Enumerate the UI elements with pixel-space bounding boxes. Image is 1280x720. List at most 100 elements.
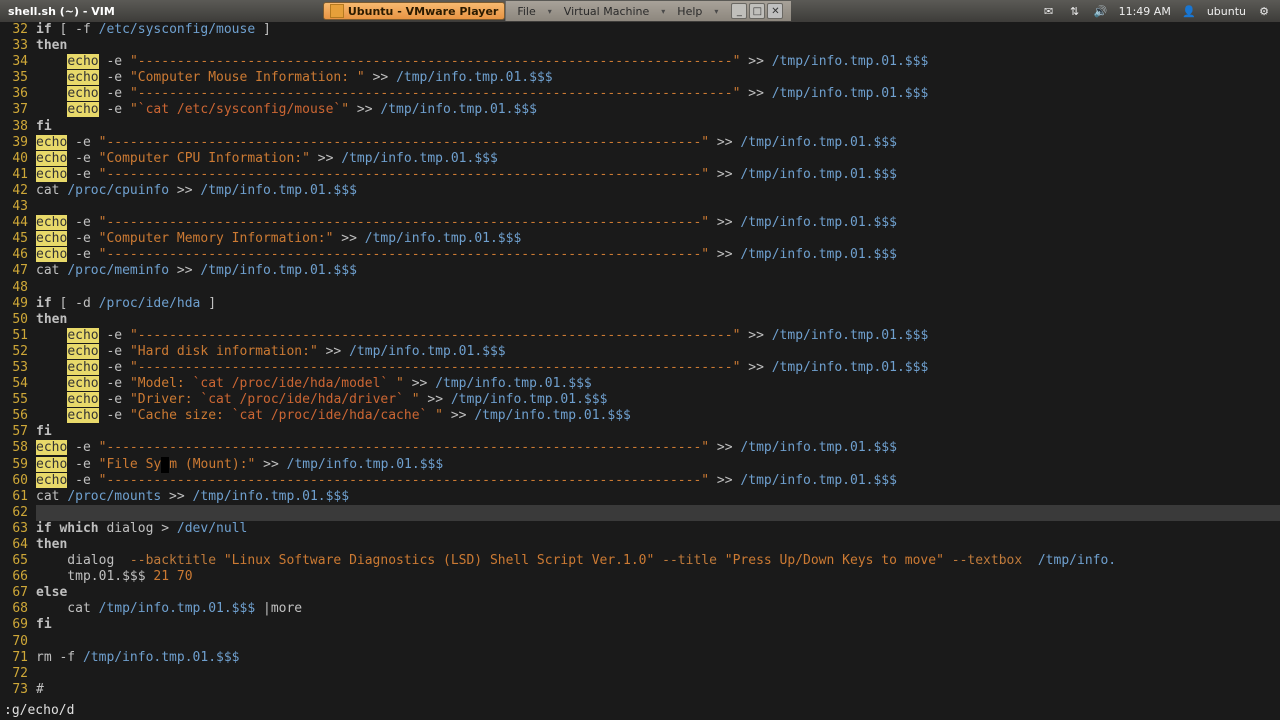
code-line[interactable]: tmp.01.$$$ 21 70 [36,569,1280,585]
minimize-button[interactable]: _ [731,3,747,19]
line-number: 39 [0,135,28,151]
code-line[interactable]: echo -e "-------------------------------… [36,360,1280,376]
line-number: 55 [0,392,28,408]
user-icon: 👤 [1181,3,1197,19]
code-line[interactable]: if [ -f /etc/sysconfig/mouse ] [36,22,1280,38]
line-number: 56 [0,408,28,424]
code-line[interactable]: echo -e "Driver: `cat /proc/ide/hda/driv… [36,392,1280,408]
window-controls: _ □ ✕ [731,3,783,19]
network-icon[interactable]: ⇅ [1067,3,1083,19]
code-line[interactable]: echo -e "Hard disk information:" >> /tmp… [36,344,1280,360]
line-number: 51 [0,328,28,344]
line-number: 42 [0,183,28,199]
menu-virtual-machine[interactable]: Virtual Machine [561,5,653,18]
line-number: 40 [0,151,28,167]
line-number-gutter: 3233343536373839404142434445464748495051… [0,22,32,698]
line-number: 59 [0,457,28,473]
code-line[interactable]: echo -e "Cache size: `cat /proc/ide/hda/… [36,408,1280,424]
code-line[interactable]: echo -e "-------------------------------… [36,167,1280,183]
line-number: 73 [0,682,28,698]
code-line[interactable]: cat /proc/cpuinfo >> /tmp/info.tmp.01.$$… [36,183,1280,199]
code-line[interactable]: echo -e "-------------------------------… [36,328,1280,344]
code-line[interactable] [36,280,1280,296]
line-number: 33 [0,38,28,54]
line-number: 35 [0,70,28,86]
code-line[interactable]: fi [36,119,1280,135]
code-line[interactable]: echo -e "-------------------------------… [36,440,1280,456]
vmware-menu-bar: File ▾ Virtual Machine ▾ Help ▾ _ □ ✕ [505,1,791,21]
vim-editor[interactable]: 3233343536373839404142434445464748495051… [0,22,1280,702]
chevron-down-icon: ▾ [545,7,555,16]
line-number: 49 [0,296,28,312]
code-line[interactable]: then [36,312,1280,328]
system-tray: ✉ ⇅ 🔊 11:49 AM 👤 ubuntu ⚙ [1041,3,1280,19]
code-line[interactable]: echo -e "-------------------------------… [36,473,1280,489]
line-number: 72 [0,666,28,682]
close-button[interactable]: ✕ [767,3,783,19]
code-line[interactable] [36,199,1280,215]
code-line[interactable]: # [36,682,1280,698]
volume-icon[interactable]: 🔊 [1093,3,1109,19]
code-line[interactable]: else [36,585,1280,601]
code-line[interactable]: echo -e "-------------------------------… [36,135,1280,151]
code-line[interactable]: echo -e "Computer Memory Information:" >… [36,231,1280,247]
line-number: 68 [0,601,28,617]
code-line[interactable]: fi [36,424,1280,440]
code-line[interactable]: dialog --backtitle "Linux Software Diagn… [36,553,1280,569]
line-number: 67 [0,585,28,601]
code-line[interactable]: echo -e "-------------------------------… [36,86,1280,102]
line-number: 48 [0,280,28,296]
code-line[interactable]: echo -e "Model: `cat /proc/ide/hda/model… [36,376,1280,392]
line-number: 62 [0,505,28,521]
code-line[interactable]: echo -e "`cat /etc/sysconfig/mouse`" >> … [36,102,1280,118]
code-line[interactable]: echo -e "-------------------------------… [36,215,1280,231]
code-line[interactable] [36,634,1280,650]
window-title: shell.sh (~) - VIM [0,5,123,18]
menu-file[interactable]: File [514,5,538,18]
code-line[interactable]: echo -e "-------------------------------… [36,54,1280,70]
clock[interactable]: 11:49 AM [1119,5,1171,18]
code-line[interactable]: echo -e "-------------------------------… [36,247,1280,263]
line-number: 54 [0,376,28,392]
mail-icon[interactable]: ✉ [1041,3,1057,19]
code-line[interactable]: echo -e "File Sy m (Mount):" >> /tmp/inf… [36,457,1280,473]
code-line[interactable] [36,505,1280,521]
chevron-down-icon: ▾ [711,7,721,16]
code-line[interactable] [36,666,1280,682]
line-number: 32 [0,22,28,38]
line-number: 46 [0,247,28,263]
line-number: 44 [0,215,28,231]
chevron-down-icon: ▾ [658,7,668,16]
line-number: 60 [0,473,28,489]
user-name[interactable]: ubuntu [1207,5,1246,18]
vmware-icon [330,4,344,18]
line-number: 69 [0,617,28,633]
code-area[interactable]: if [ -f /etc/sysconfig/mouse ]then echo … [36,22,1280,698]
taskbar-button-label: Ubuntu - VMware Player [348,5,499,18]
line-number: 57 [0,424,28,440]
code-line[interactable]: if which dialog > /dev/null [36,521,1280,537]
line-number: 47 [0,263,28,279]
maximize-button[interactable]: □ [749,3,765,19]
line-number: 58 [0,440,28,456]
code-line[interactable]: then [36,38,1280,54]
code-line[interactable]: fi [36,617,1280,633]
code-line[interactable]: cat /proc/meminfo >> /tmp/info.tmp.01.$$… [36,263,1280,279]
line-number: 66 [0,569,28,585]
code-line[interactable]: if [ -d /proc/ide/hda ] [36,296,1280,312]
line-number: 50 [0,312,28,328]
code-line[interactable]: echo -e "Computer Mouse Information: " >… [36,70,1280,86]
code-line[interactable]: cat /tmp/info.tmp.01.$$$ |more [36,601,1280,617]
line-number: 41 [0,167,28,183]
line-number: 38 [0,119,28,135]
line-number: 61 [0,489,28,505]
taskbar-button-vmware[interactable]: Ubuntu - VMware Player [323,2,506,20]
code-line[interactable]: rm -f /tmp/info.tmp.01.$$$ [36,650,1280,666]
code-line[interactable]: cat /proc/mounts >> /tmp/info.tmp.01.$$$ [36,489,1280,505]
vim-command-line[interactable]: :g/echo/d [0,702,1280,720]
menu-help[interactable]: Help [674,5,705,18]
line-number: 34 [0,54,28,70]
code-line[interactable]: then [36,537,1280,553]
gear-icon[interactable]: ⚙ [1256,3,1272,19]
code-line[interactable]: echo -e "Computer CPU Information:" >> /… [36,151,1280,167]
